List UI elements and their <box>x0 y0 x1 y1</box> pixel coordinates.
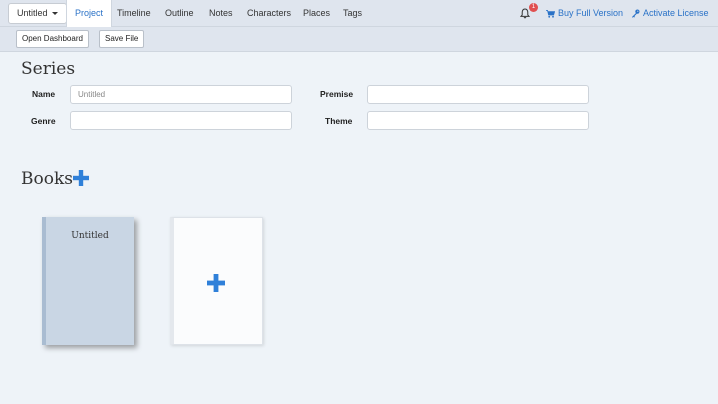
tab-characters[interactable]: Characters <box>247 0 291 27</box>
cart-icon <box>546 9 555 18</box>
series-genre-input[interactable] <box>70 111 292 130</box>
activate-license-link[interactable]: Activate License <box>631 0 709 27</box>
tab-timeline-label: Timeline <box>117 8 151 18</box>
book-card[interactable]: Untitled <box>42 217 134 345</box>
notification-badge: 1 <box>529 3 538 12</box>
tab-notes[interactable]: Notes <box>209 0 233 27</box>
book-title: Untitled <box>71 231 109 241</box>
plus-icon <box>207 274 225 292</box>
save-file-button[interactable]: Save File <box>99 30 145 48</box>
tab-project[interactable]: Project <box>66 0 113 28</box>
add-book-plus-icon[interactable] <box>73 170 89 186</box>
project-menu-dropdown[interactable]: Untitled <box>8 3 67 24</box>
books-heading: Books <box>21 169 73 189</box>
name-label: Name <box>32 89 56 99</box>
tab-outline[interactable]: Outline <box>165 0 194 27</box>
bell-icon[interactable] <box>520 8 530 19</box>
project-toolbar: Open Dashboard Save File <box>0 27 718 52</box>
series-heading: Series <box>21 59 76 79</box>
buy-full-version-label: Buy Full Version <box>558 8 624 18</box>
top-nav-bar: Untitled Project Timeline Outline Notes … <box>0 0 718 28</box>
genre-label: Genre <box>31 116 56 126</box>
tab-notes-label: Notes <box>209 8 233 18</box>
activate-license-label: Activate License <box>643 8 709 18</box>
tab-outline-label: Outline <box>165 8 194 18</box>
chevron-down-icon <box>51 12 58 15</box>
series-theme-input[interactable] <box>367 111 589 130</box>
tab-places-label: Places <box>303 8 331 18</box>
project-menu-label: Untitled <box>17 8 48 18</box>
premise-label: Premise <box>320 89 354 99</box>
open-dashboard-button[interactable]: Open Dashboard <box>16 30 89 48</box>
tab-tags[interactable]: Tags <box>343 0 362 27</box>
tab-places[interactable]: Places <box>303 0 330 27</box>
tab-characters-label: Characters <box>247 8 292 18</box>
add-book-card[interactable] <box>170 217 263 345</box>
tab-timeline[interactable]: Timeline <box>117 0 151 27</box>
key-icon <box>632 9 640 18</box>
series-name-input[interactable] <box>70 85 292 104</box>
theme-label: Theme <box>325 116 353 126</box>
series-premise-input[interactable] <box>367 85 589 104</box>
tab-tags-label: Tags <box>343 8 363 18</box>
buy-full-version-link[interactable]: Buy Full Version <box>546 0 623 27</box>
tab-project-label: Project <box>75 8 104 18</box>
